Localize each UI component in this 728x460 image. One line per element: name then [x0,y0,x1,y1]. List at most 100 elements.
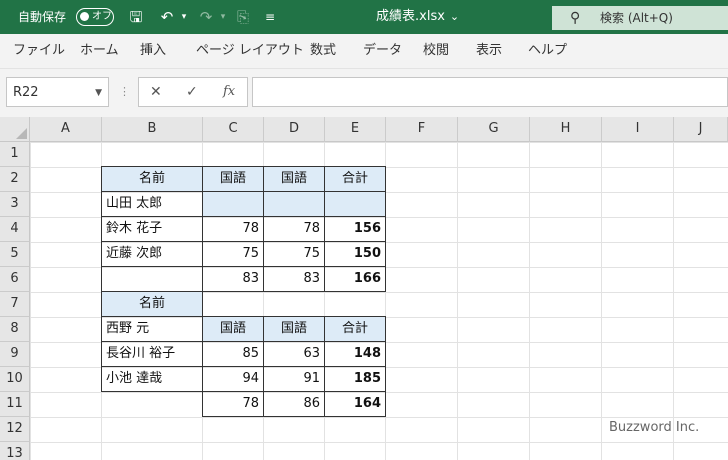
cell-b2[interactable]: 名前 [101,166,203,192]
tab-home[interactable]: ホーム [80,43,119,59]
gridline [601,142,602,460]
search-icon: ⚲ [570,10,581,26]
cell-e10[interactable]: 185 [324,366,386,392]
column-header-f[interactable]: F [386,117,458,142]
select-all-button[interactable] [0,117,30,142]
undo-icon[interactable]: ↶ [156,7,178,27]
formula-bar-area: R22 ▼ ⋮ ✕ ✓ fx [0,68,728,117]
cell-d6[interactable]: 83 [263,266,325,292]
cell-c8[interactable]: 国語 [202,316,264,342]
column-header-a[interactable]: A [30,117,102,142]
title-bar: 自動保存 オフ 🖫 ↶ ▾ ↷ ▾ ⎘ ≡ 成績表.xlsx ⌄ ⚲ 検索 (Al… [0,0,728,34]
insert-function-icon[interactable]: fx [223,83,235,101]
tab-help[interactable]: ヘルプ [528,43,567,59]
cell-e9[interactable]: 148 [324,341,386,367]
cell-b8[interactable]: 西野 元 [101,316,203,342]
row-header-8[interactable]: 8 [0,317,30,342]
column-header-j[interactable]: J [674,117,728,142]
tab-page-layout[interactable]: ページ レイアウト [196,43,304,59]
search-placeholder: 検索 (Alt+Q) [600,11,673,25]
row-header-4[interactable]: 4 [0,217,30,242]
autosave-state: オフ [92,11,112,22]
cell-d8[interactable]: 国語 [263,316,325,342]
cell-e6[interactable]: 166 [324,266,386,292]
row-header-10[interactable]: 10 [0,367,30,392]
cell-b10[interactable]: 小池 達哉 [101,366,203,392]
column-header-e[interactable]: E [325,117,386,142]
cell-d9[interactable]: 63 [263,341,325,367]
formula-input[interactable] [252,77,728,107]
cell-e8[interactable]: 合計 [324,316,386,342]
column-header-i[interactable]: I [602,117,674,142]
more-options-icon[interactable]: ⋮ [119,85,130,99]
column-header-c[interactable]: C [203,117,264,142]
cell-b9[interactable]: 長谷川 裕子 [101,341,203,367]
column-header-h[interactable]: H [530,117,602,142]
enter-icon[interactable]: ✓ [186,83,198,101]
cell-c6[interactable]: 83 [202,266,264,292]
toggle-knob [80,12,89,21]
name-box-value: R22 [13,85,39,100]
cell-d5[interactable]: 75 [263,241,325,267]
redo-icon[interactable]: ↷ [195,7,217,27]
cell-d2[interactable]: 国語 [263,166,325,192]
cell-c2[interactable]: 国語 [202,166,264,192]
cell-e5[interactable]: 150 [324,241,386,267]
tab-review[interactable]: 校閲 [423,43,449,59]
row-header-1[interactable]: 1 [0,142,30,167]
row-header-11[interactable]: 11 [0,392,30,417]
cell-e2[interactable]: 合計 [324,166,386,192]
select-all-triangle [16,128,27,139]
formula-buttons: ✕ ✓ fx [138,77,248,107]
row-header-12[interactable]: 12 [0,417,30,442]
tab-file[interactable]: ファイル [13,43,65,59]
gridline [673,142,674,460]
document-title[interactable]: 成績表.xlsx ⌄ [376,9,459,25]
tab-data[interactable]: データ [363,43,402,59]
autosave-toggle[interactable]: オフ [76,8,114,26]
cell-c9[interactable]: 85 [202,341,264,367]
row-header-13[interactable]: 13 [0,442,30,460]
gridline [529,142,530,460]
row-header-9[interactable]: 9 [0,342,30,367]
column-header-d[interactable]: D [264,117,325,142]
cell-e3[interactable] [324,191,386,217]
cell-e4[interactable]: 156 [324,216,386,242]
cell-b5[interactable]: 近藤 次郎 [101,241,203,267]
column-header-g[interactable]: G [458,117,530,142]
cell-b7[interactable]: 名前 [101,291,203,317]
row-header-7[interactable]: 7 [0,292,30,317]
row-header-2[interactable]: 2 [0,167,30,192]
cell-c3[interactable] [202,191,264,217]
watermark: Buzzword Inc. [609,420,700,435]
name-box-dropdown-icon[interactable]: ▼ [95,86,102,100]
cell-d3[interactable] [263,191,325,217]
tab-formulas[interactable]: 数式 [310,43,336,59]
row-header-5[interactable]: 5 [0,242,30,267]
cell-d11[interactable]: 86 [263,391,325,417]
gridline [457,142,458,460]
redo-dropdown-icon[interactable]: ▾ [218,7,228,27]
cell-d4[interactable]: 78 [263,216,325,242]
row-header-3[interactable]: 3 [0,192,30,217]
search-box[interactable]: ⚲ 検索 (Alt+Q) [552,6,728,30]
cell-c10[interactable]: 94 [202,366,264,392]
cell-e11[interactable]: 164 [324,391,386,417]
cancel-icon[interactable]: ✕ [150,83,162,101]
tab-view[interactable]: 表示 [476,43,502,59]
cell-c4[interactable]: 78 [202,216,264,242]
save-icon[interactable]: 🖫 [126,7,146,27]
cell-c5[interactable]: 75 [202,241,264,267]
tab-insert[interactable]: 挿入 [140,43,166,59]
column-header-b[interactable]: B [102,117,203,142]
cell-c11[interactable]: 78 [202,391,264,417]
cell-b3[interactable]: 山田 太郎 [101,191,203,217]
cell-b6[interactable] [101,266,203,292]
format-painter-icon[interactable]: ⎘ [234,7,252,27]
name-box[interactable]: R22 ▼ [6,77,109,107]
undo-dropdown-icon[interactable]: ▾ [179,7,189,27]
cell-d10[interactable]: 91 [263,366,325,392]
row-header-6[interactable]: 6 [0,267,30,292]
customize-toolbar-icon[interactable]: ≡ [262,7,278,27]
cell-b4[interactable]: 鈴木 花子 [101,216,203,242]
